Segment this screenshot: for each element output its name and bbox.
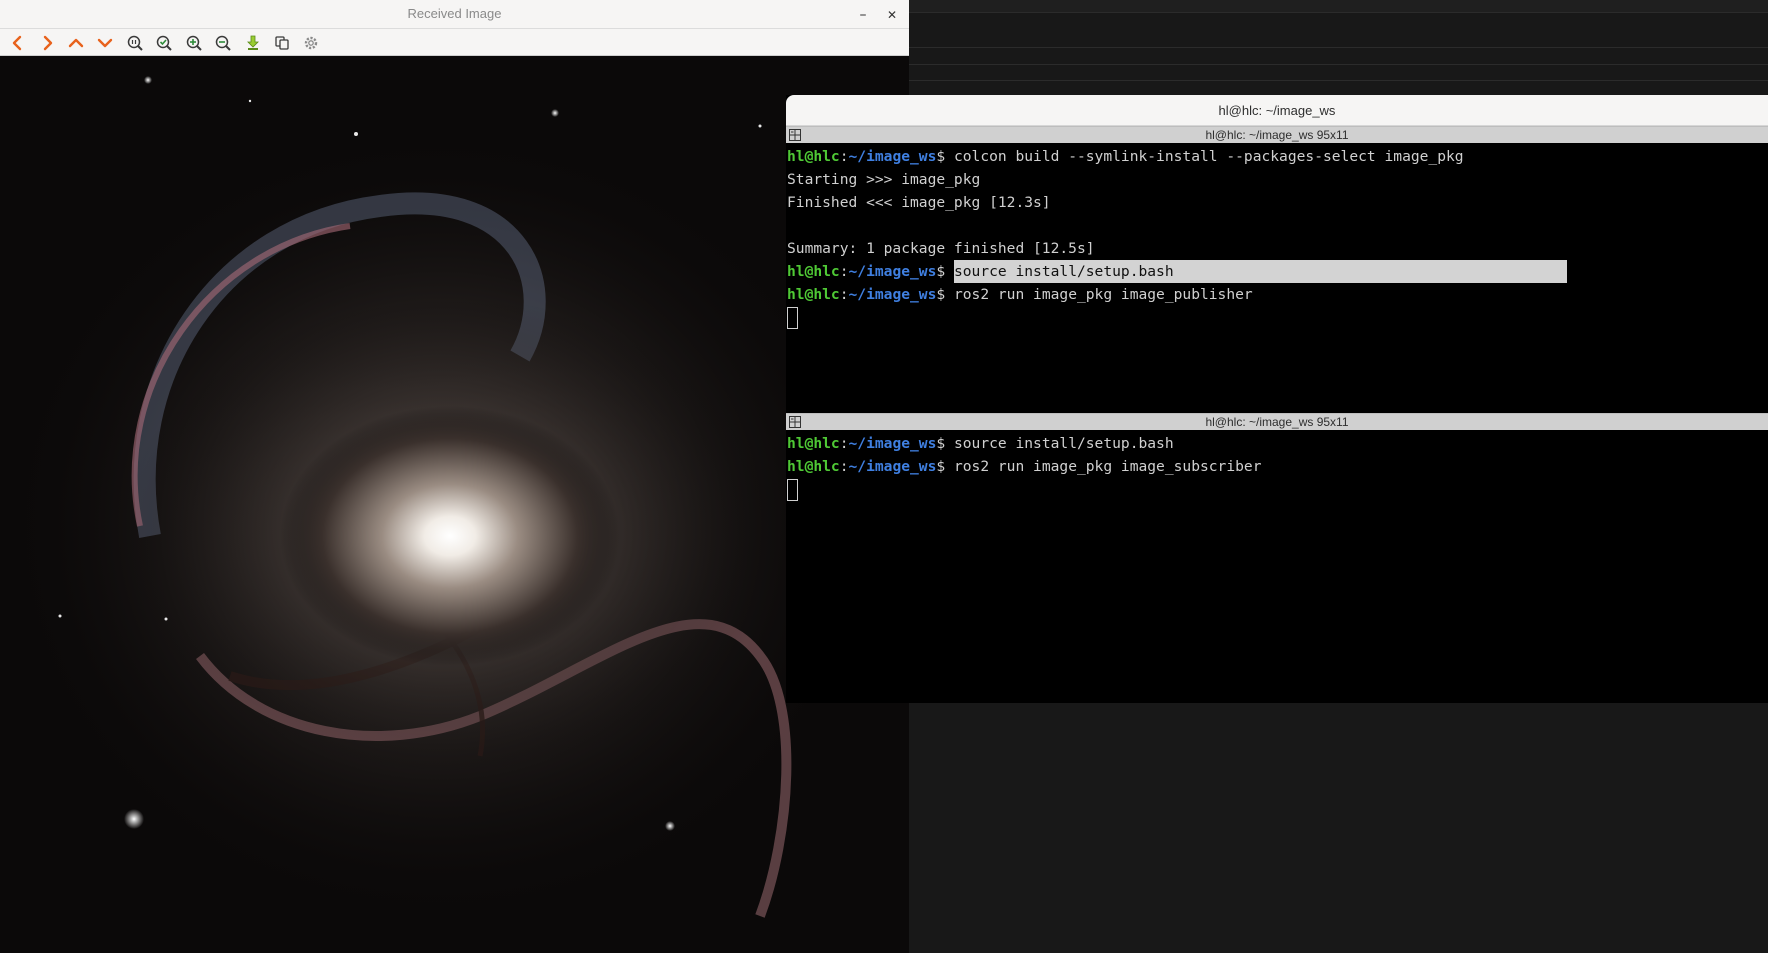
prompt-user: hl@hlc — [787, 435, 840, 452]
copy-button[interactable] — [272, 33, 292, 53]
zoom-original-button[interactable] — [125, 33, 145, 53]
terminal-pane-subscriber[interactable]: hl@hlc:~/image_ws$ source install/setup.… — [786, 431, 1768, 703]
prompt-user: hl@hlc — [787, 148, 840, 165]
terminal-line: hl@hlc:~/image_ws$ source install/setup.… — [787, 435, 1174, 452]
pane-titlebar[interactable]: hl@hlc: ~/image_ws 95x11 — [786, 126, 1768, 143]
command-text: ros2 run image_pkg image_subscriber — [953, 458, 1262, 475]
down-button[interactable] — [95, 33, 115, 53]
up-button[interactable] — [66, 33, 86, 53]
terminal-line: hl@hlc:~/image_ws$ ros2 run image_pkg im… — [787, 286, 1253, 303]
zoom-fit-icon — [156, 35, 172, 51]
prev-icon — [12, 35, 22, 51]
terminal-line: Starting >>> image_pkg — [787, 171, 981, 188]
prompt-path: ~/image_ws — [848, 458, 937, 475]
terminal-window: hl@hlc: ~/image_ws hl@hlc: ~/image_ws 95… — [786, 95, 1768, 703]
minimize-button[interactable]: – — [853, 5, 873, 25]
prompt-path: ~/image_ws — [848, 263, 937, 280]
save-button[interactable] — [243, 33, 263, 53]
terminal-line: hl@hlc:~/image_ws$ ros2 run image_pkg im… — [787, 458, 1262, 475]
zoom-out-icon — [215, 35, 231, 51]
terminal-line: hl@hlc:~/image_ws$ source install/setup.… — [787, 260, 1768, 283]
down-icon — [97, 38, 113, 48]
text-cursor — [787, 307, 798, 329]
settings-icon — [304, 36, 318, 50]
prompt-user: hl@hlc — [787, 263, 840, 280]
copy-icon — [275, 36, 289, 50]
next-icon — [43, 35, 53, 51]
terminal-titlebar[interactable]: hl@hlc: ~/image_ws — [786, 95, 1768, 126]
terminal-title: hl@hlc: ~/image_ws — [1218, 103, 1336, 118]
command-text: colcon build --symlink-install --package… — [953, 148, 1464, 165]
up-icon — [68, 38, 84, 48]
terminal-pane-publisher[interactable]: hl@hlc:~/image_ws$ colcon build --symlin… — [786, 144, 1768, 414]
close-button[interactable]: ✕ — [882, 5, 902, 25]
viewer-titlebar[interactable]: Received Image – ✕ — [0, 0, 909, 29]
pane-title: hl@hlc: ~/image_ws 95x11 — [1205, 128, 1349, 142]
command-text: ros2 run image_pkg image_publisher — [953, 286, 1253, 303]
prompt-user: hl@hlc — [787, 458, 840, 475]
zoom-out-button[interactable] — [213, 33, 233, 53]
galaxy-image — [0, 56, 909, 953]
background-divider — [909, 80, 1768, 81]
command-text: source install/setup.bash — [953, 435, 1174, 452]
pane-title: hl@hlc: ~/image_ws 95x11 — [1205, 415, 1349, 429]
prompt-path: ~/image_ws — [848, 148, 937, 165]
received-image — [0, 56, 909, 953]
pane-titlebar[interactable]: hl@hlc: ~/image_ws 95x11 — [786, 413, 1768, 430]
terminal-line: Finished <<< image_pkg [12.3s] — [787, 194, 1051, 211]
prev-button[interactable] — [8, 33, 28, 53]
text-cursor — [787, 479, 798, 501]
zoom-in-icon — [186, 35, 202, 51]
background-topbar — [909, 0, 1768, 13]
prompt-path: ~/image_ws — [848, 286, 937, 303]
viewer-toolbar — [0, 29, 909, 56]
image-viewer-window: Received Image – ✕ — [0, 0, 909, 953]
background-divider — [909, 64, 1768, 65]
settings-button[interactable] — [301, 33, 321, 53]
next-button[interactable] — [37, 33, 57, 53]
zoom-in-button[interactable] — [184, 33, 204, 53]
save-icon — [247, 35, 259, 50]
prompt-path: ~/image_ws — [848, 435, 937, 452]
zoom-original-icon — [127, 35, 143, 51]
prompt-user: hl@hlc — [787, 286, 840, 303]
zoom-fit-button[interactable] — [154, 33, 174, 53]
viewer-title: Received Image — [407, 6, 502, 21]
selected-command-text: source install/setup.bash — [953, 260, 1567, 283]
background-tabbar — [909, 13, 1768, 48]
terminal-line: hl@hlc:~/image_ws$ colcon build --symlin… — [787, 148, 1464, 165]
terminal-line: Summary: 1 package finished [12.5s] — [787, 240, 1095, 257]
